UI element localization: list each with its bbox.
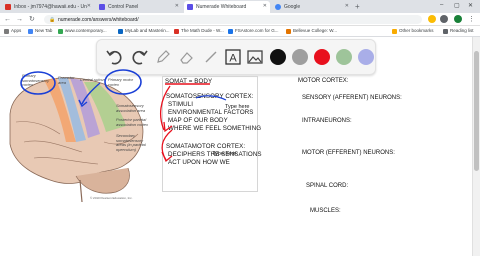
close-icon[interactable]: ✕ <box>263 3 267 9</box>
figure-caption: © 2010 Pearson Education, Inc. <box>90 196 133 200</box>
reload-icon[interactable]: ↻ <box>29 15 35 24</box>
maximize-icon[interactable]: ▢ <box>454 2 460 9</box>
bookmark-bellevue[interactable]: Bellevue College: W... <box>286 28 337 34</box>
tab-inbox[interactable]: Inbox - jm7974@hawaii.edu - Un ✕ <box>2 1 94 13</box>
text-box-placeholder[interactable]: Type here <box>212 151 236 157</box>
label-primary-motor: Primary motor cortex <box>108 77 134 87</box>
bookmark-icon <box>58 29 63 34</box>
tab-control-panel[interactable]: Control Panel ✕ <box>96 1 182 13</box>
label-sensory-association: Somatosensory association area <box>116 103 146 113</box>
new-tab-button[interactable]: + <box>355 2 360 11</box>
tab-title: Google <box>284 4 301 10</box>
bookmark-apps[interactable]: Apps <box>4 28 21 34</box>
avatar[interactable] <box>454 15 462 23</box>
color-green[interactable] <box>336 49 352 65</box>
note-line-6: WHERE WE FEEL SOMETHING <box>168 125 262 132</box>
image-tool-icon[interactable] <box>245 47 265 67</box>
bookmark-icon <box>228 29 233 34</box>
bookmark-contemporary[interactable]: www.contemporary... <box>58 28 107 34</box>
bookmark-icon <box>286 29 291 34</box>
extension-icon[interactable] <box>428 15 436 23</box>
note-line-9: ACT UPON HOW WE <box>168 159 230 166</box>
label-central-sulcus: Central sulcus <box>80 77 106 82</box>
outline-sensory-neurons: SENSORY (AFFERENT) NEURONS: <box>302 95 402 101</box>
line-tool-icon[interactable] <box>201 47 221 67</box>
numerade-icon <box>187 4 193 10</box>
close-icon[interactable]: ✕ <box>345 3 349 9</box>
color-lavender[interactable] <box>358 49 374 65</box>
outline-spinal-cord: SPINAL CORD: <box>306 183 349 189</box>
bookmark-fsastore[interactable]: FSAstore.com for G... <box>228 28 279 34</box>
bookmark-icon <box>174 29 179 34</box>
svg-text:A: A <box>229 53 237 65</box>
tab-whiteboard[interactable]: Numerade Whiteboard ✕ <box>184 1 270 13</box>
folder-icon <box>392 29 397 34</box>
bookmark-icon <box>118 29 123 34</box>
redo-icon[interactable] <box>129 47 149 67</box>
tab-title: Inbox - jm7974@hawaii.edu - Un <box>14 4 87 10</box>
label-secondary-sensory: Secondary somatosensory areas (in pariet… <box>116 133 146 152</box>
lock-icon: 🔒 <box>49 17 56 23</box>
eraser-icon[interactable] <box>177 47 197 67</box>
reading-list-icon <box>443 29 448 34</box>
bookmark-icon <box>28 29 33 34</box>
outline-motor-neurons: MOTOR (EFFERENT) NEURONS: <box>302 150 395 156</box>
bookmark-mylab[interactable]: MyLab and Masterin... <box>118 28 170 34</box>
bookmark-math-dude[interactable]: The Math Dude - W... <box>174 28 224 34</box>
minimize-icon[interactable]: – <box>440 2 443 8</box>
url-field[interactable]: 🔒 numerade.com/answers/whiteboard/ <box>44 15 422 24</box>
back-icon[interactable]: ← <box>4 15 11 24</box>
more-menu-icon[interactable]: ⋮ <box>468 15 475 24</box>
color-red[interactable] <box>314 49 330 65</box>
close-icon[interactable]: ✕ <box>175 3 179 9</box>
note-line-7: SOMATAMOTOR CORTEX: <box>166 143 246 150</box>
puzzle-icon[interactable] <box>440 15 448 23</box>
browser-tab-bar: Inbox - jm7974@hawaii.edu - Un ✕ Control… <box>0 0 480 13</box>
note-line-5: MAP OF OUR BODY <box>168 117 228 124</box>
note-line-3: STIMULI <box>168 101 194 108</box>
whiteboard-toolbar: A <box>96 39 376 75</box>
google-icon <box>275 4 281 10</box>
url-text: numerade.com/answers/whiteboard/ <box>58 17 139 23</box>
label-somatosensory: Primary somatosensory cortex <box>22 73 50 87</box>
apps-icon <box>4 29 9 34</box>
tab-google[interactable]: Google ✕ <box>272 1 352 13</box>
note-line-4: ENVIRONMENTAL FACTORS <box>168 109 254 116</box>
bookmark-new-tab[interactable]: New Tab <box>28 28 52 34</box>
numerade-icon <box>99 4 105 10</box>
tab-title: Numerade Whiteboard <box>196 4 247 10</box>
note-line-1: SOMAT = BODY <box>165 78 213 85</box>
label-premotor: Premotor area <box>58 75 75 85</box>
outline-muscles: MUSCLES: <box>310 208 341 214</box>
outline-motor-cortex: MOTOR CORTEX: <box>298 78 349 84</box>
gmail-icon <box>5 4 11 10</box>
text-box-placeholder[interactable]: Type here <box>225 104 249 110</box>
close-window-icon[interactable]: ✕ <box>468 2 473 9</box>
tab-title: Control Panel <box>108 4 139 10</box>
text-tool-icon[interactable]: A <box>223 47 243 67</box>
label-parietal-association: Posterior parietal association cortex <box>116 117 149 127</box>
scrollbar[interactable] <box>472 37 480 256</box>
close-icon[interactable]: ✕ <box>87 3 91 9</box>
bookmark-reading-list[interactable]: Reading list <box>443 28 474 34</box>
pen-icon[interactable] <box>153 47 173 67</box>
address-bar-row: ← → ↻ 🔒 numerade.com/answers/whiteboard/… <box>0 13 480 26</box>
bookmark-other[interactable]: Other bookmarks <box>392 28 434 34</box>
forward-icon[interactable]: → <box>16 15 23 24</box>
outline-intraneurons: INTRANEURONS: <box>302 118 352 124</box>
scrollbar-thumb[interactable] <box>474 51 479 171</box>
color-gray[interactable] <box>292 49 308 65</box>
bookmarks-bar: Apps New Tab www.contemporary... MyLab a… <box>0 26 480 37</box>
brain-diagram: Primary somatosensory cortex Premotor ar… <box>4 72 154 208</box>
note-line-2: SOMATOSENSORY CORTEX: <box>166 93 254 100</box>
undo-icon[interactable] <box>105 47 125 67</box>
color-black[interactable] <box>270 49 286 65</box>
